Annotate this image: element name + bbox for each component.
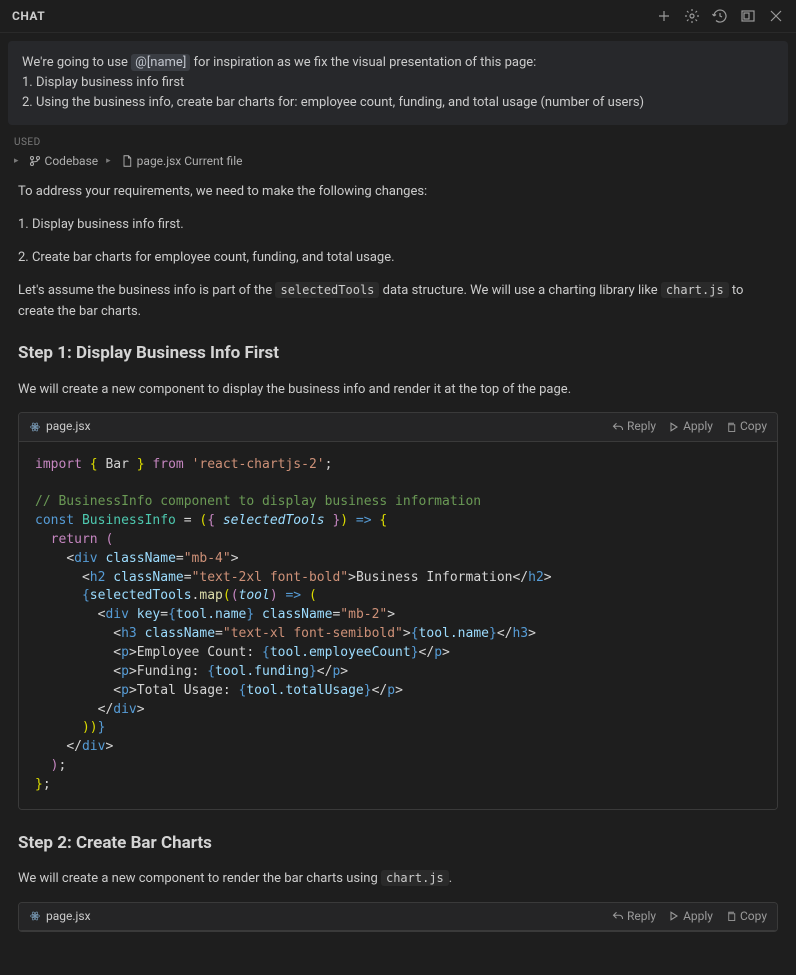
code-block: page.jsx Reply Apply Copy [18, 902, 778, 932]
used-item-file[interactable]: page.jsx Current file [121, 154, 243, 168]
react-file-icon [29, 910, 41, 922]
assistant-response: To address your requirements, we need to… [8, 182, 788, 932]
step-text: We will create a new component to render… [18, 869, 778, 890]
user-msg-line3: 2. Using the business info, create bar c… [22, 95, 644, 110]
text: data structure. We will use a charting l… [379, 283, 661, 298]
text: . [449, 871, 452, 886]
inline-code: selectedTools [275, 282, 379, 298]
apply-button[interactable]: Apply [668, 907, 713, 926]
chat-title: CHAT [12, 9, 45, 23]
file-icon [121, 155, 133, 167]
used-item-text: page.jsx Current file [137, 154, 243, 168]
used-item-codebase[interactable]: Codebase [29, 154, 99, 168]
code-block: page.jsx Reply Apply Copy [18, 412, 778, 809]
code-header: page.jsx Reply Apply Copy [19, 903, 777, 931]
used-item-text: Codebase [45, 154, 99, 168]
text: We will create a new component to render… [18, 871, 381, 886]
mention-pill[interactable]: @[name] [131, 54, 190, 71]
new-chat-icon[interactable] [656, 8, 672, 24]
user-msg-text: We're going to use [22, 55, 131, 70]
branch-icon [29, 155, 41, 167]
header-actions [656, 8, 784, 24]
user-msg-suffix: for inspiration as we fix the visual pre… [190, 55, 536, 70]
history-icon[interactable] [712, 8, 728, 24]
step-heading: Step 1: Display Business Info First [18, 340, 778, 367]
response-item: 1. Display business info first. [18, 215, 778, 236]
copy-button[interactable]: Copy [725, 907, 767, 926]
action-label: Apply [683, 417, 713, 436]
code-file[interactable]: page.jsx [29, 907, 91, 926]
copy-button[interactable]: Copy [725, 417, 767, 436]
reply-button[interactable]: Reply [612, 417, 656, 436]
react-file-icon [29, 421, 41, 433]
action-label: Apply [683, 907, 713, 926]
step-heading: Step 2: Create Bar Charts [18, 830, 778, 857]
code-filename: page.jsx [46, 907, 91, 926]
code-header: page.jsx Reply Apply Copy [19, 413, 777, 441]
inline-code: chart.js [661, 282, 729, 298]
used-label: USED [14, 137, 782, 148]
code-body[interactable]: import { Bar } from 'react-chartjs-2'; /… [19, 442, 777, 809]
close-icon[interactable] [768, 8, 784, 24]
chevron-right-icon[interactable]: ▸ [106, 156, 111, 166]
text: Let's assume the business info is part o… [18, 283, 275, 298]
action-label: Reply [627, 417, 656, 436]
gear-icon[interactable] [684, 8, 700, 24]
action-label: Reply [627, 907, 656, 926]
inline-code: chart.js [381, 870, 449, 886]
dock-icon[interactable] [740, 8, 756, 24]
used-section: USED ▸ Codebase ▸ page.jsx Current file [8, 137, 788, 168]
code-filename: page.jsx [46, 417, 91, 436]
step-text: We will create a new component to displa… [18, 380, 778, 401]
action-label: Copy [740, 907, 767, 926]
chevron-right-icon[interactable]: ▸ [14, 156, 19, 166]
response-assume: Let's assume the business info is part o… [18, 281, 778, 323]
code-file[interactable]: page.jsx [29, 417, 91, 436]
response-intro: To address your requirements, we need to… [18, 182, 778, 203]
apply-button[interactable]: Apply [668, 417, 713, 436]
user-msg-line2: 1. Display business info first [22, 75, 184, 90]
chat-header: CHAT [0, 0, 796, 33]
reply-button[interactable]: Reply [612, 907, 656, 926]
user-message: We're going to use @[name] for inspirati… [8, 41, 788, 125]
response-item: 2. Create bar charts for employee count,… [18, 248, 778, 269]
action-label: Copy [740, 417, 767, 436]
